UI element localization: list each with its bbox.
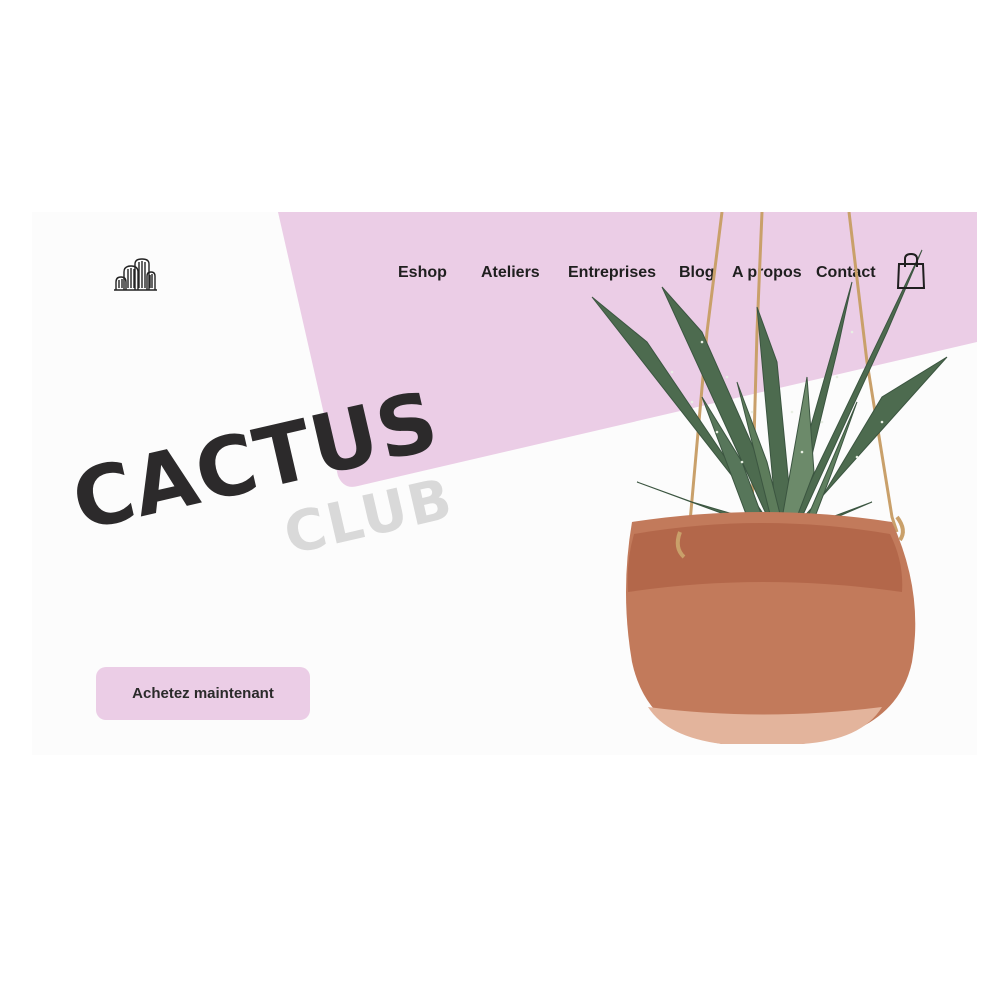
- hanging-plant-image: [591, 212, 948, 744]
- buy-now-button[interactable]: Achetez maintenant: [96, 667, 310, 720]
- nav-item-eshop[interactable]: Eshop: [398, 264, 447, 282]
- shopping-bag-icon[interactable]: [896, 252, 926, 290]
- hero-section: Eshop Ateliers Entreprises Blog A propos…: [32, 212, 977, 755]
- nav-item-ateliers[interactable]: Ateliers: [481, 264, 540, 282]
